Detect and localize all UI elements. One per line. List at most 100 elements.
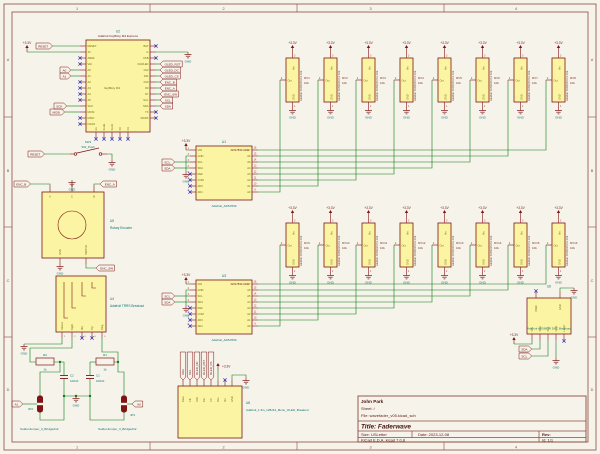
svg-text:G: G xyxy=(146,50,148,54)
svg-text:U4: U4 xyxy=(110,297,114,301)
svg-text:RV2: RV2 xyxy=(342,76,348,80)
svg-text:B: B xyxy=(7,169,10,173)
svg-text:RV3: RV3 xyxy=(380,76,386,80)
svg-text:+3.3V: +3.3V xyxy=(326,206,335,210)
svg-text:3: 3 xyxy=(294,55,296,58)
slider-rv11[interactable]: VinOutGND321Adafruit SC6031S Pot 10kRV11… xyxy=(356,206,388,285)
svg-text:Adafruit SC6031S Pot 10k: Adafruit SC6031S Pot 10k xyxy=(451,235,455,266)
svg-text:RV5: RV5 xyxy=(456,76,462,80)
svg-text:SCL: SCL xyxy=(164,294,170,298)
slider-rv15[interactable]: VinOutGND321Adafruit SC6031S Pot 10kRV15… xyxy=(508,206,540,285)
svg-text:VREF: VREF xyxy=(534,305,538,312)
svg-text:ItsyBitsy M4: ItsyBitsy M4 xyxy=(104,86,121,90)
svg-text:OLED_CS: OLED_CS xyxy=(165,74,179,78)
svg-text:GND: GND xyxy=(330,94,334,100)
svg-text:RV14: RV14 xyxy=(494,241,502,245)
svg-text:GND: GND xyxy=(517,116,525,120)
slider-rv2[interactable]: VinOutGND321Adafruit SC6031S Pot 10kRV21… xyxy=(318,41,348,120)
svg-text:GND: GND xyxy=(289,281,297,285)
svg-text:+3.3V: +3.3V xyxy=(554,41,563,45)
slider-rv12[interactable]: VinOutGND321Adafruit SC6031S Pot 10kRV12… xyxy=(394,206,426,285)
svg-text:1: 1 xyxy=(522,105,524,108)
svg-text:1k: 1k xyxy=(43,368,47,372)
svg-text:1k: 1k xyxy=(103,368,107,372)
svg-text:SCL: SCL xyxy=(198,294,204,298)
slider-rv13[interactable]: VinOutGND321Adafruit SC6031S Pot 10kRV13… xyxy=(432,206,464,285)
schematic-sheet: 11223344AABBCCDDU2Adafruit ItsyBitsy M4 … xyxy=(0,0,600,454)
svg-text:RESET: RESET xyxy=(38,44,48,48)
svg-text:1: 1 xyxy=(560,105,562,108)
svg-text:Out: Out xyxy=(364,78,368,82)
svg-text:Adafruit SC6031S Pot 10k: Adafruit SC6031S Pot 10k xyxy=(299,70,303,101)
svg-text:OLED_DC: OLED_DC xyxy=(165,68,180,72)
svg-text:GND: GND xyxy=(406,94,410,100)
svg-text:1: 1 xyxy=(446,270,448,273)
svg-text:Vin: Vin xyxy=(406,231,410,235)
svg-text:+3.3V: +3.3V xyxy=(510,333,519,337)
sw1-symbol[interactable]: SW1SW_PushRESETGND xyxy=(28,140,116,172)
svg-text:10k: 10k xyxy=(418,81,423,85)
svg-text:10k: 10k xyxy=(380,81,385,85)
dac-symbol[interactable]: U6Adafruit AD5693R DAC BreakoutVREFGNDVI… xyxy=(510,285,578,370)
svg-text:Vin: Vin xyxy=(558,66,562,70)
svg-text:3: 3 xyxy=(369,446,371,450)
slider-rv1[interactable]: VinOutGND321Adafruit SC6031S Pot 10kRV11… xyxy=(280,41,310,120)
svg-text:A1: A1 xyxy=(247,184,251,188)
slider-rv6[interactable]: VinOutGND321Adafruit SC6031S Pot 10kRV61… xyxy=(470,41,500,120)
svg-text:2: 2 xyxy=(471,242,473,245)
encoder-symbol[interactable]: U5Rotary EncoderACBGNDSWITCHENC_BENC_AEN… xyxy=(14,180,133,276)
svg-text:Adafruit SC6031S Pot 10k: Adafruit SC6031S Pot 10k xyxy=(337,235,341,266)
svg-text:GND: GND xyxy=(444,94,448,100)
svg-text:Out: Out xyxy=(402,243,406,247)
svg-text:SolderJumper_3_Bridged12: SolderJumper_3_Bridged12 xyxy=(20,427,59,431)
slider-rv4[interactable]: VinOutGND321Adafruit SC6031S Pot 10kRV41… xyxy=(394,41,424,120)
svg-text:1: 1 xyxy=(370,105,372,108)
oled-symbol[interactable]: U8Adafruit_1.3in_128x64_Mono_OLED_Breako… xyxy=(178,352,309,438)
slider-rv14[interactable]: VinOutGND321Adafruit SC6031S Pot 10kRV14… xyxy=(470,206,502,285)
slider-rv5[interactable]: VinOutGND321Adafruit SC6031S Pot 10kRV51… xyxy=(432,41,462,120)
svg-text:1: 1 xyxy=(370,270,372,273)
titleblock-sheet: Sheet: / xyxy=(361,406,376,411)
slider-rv9[interactable]: VinOutGND321Adafruit SC6031S Pot 10kRV91… xyxy=(280,206,310,285)
slider-rv16[interactable]: VinOutGND321Adafruit SC6031S Pot 10kRV16… xyxy=(546,206,578,285)
svg-text:Vin: Vin xyxy=(558,231,562,235)
svg-text:RV13: RV13 xyxy=(456,241,464,245)
svg-text:A3: A3 xyxy=(88,86,92,90)
svg-text:D: D xyxy=(7,388,10,392)
svg-text:Vin: Vin xyxy=(330,231,334,235)
svg-text:ENC_SW: ENC_SW xyxy=(100,266,113,270)
slider-rv3[interactable]: VinOutGND321Adafruit SC6031S Pot 10kRV31… xyxy=(356,41,386,120)
slider-rv7[interactable]: VinOutGND321Adafruit SC6031S Pot 10kRV71… xyxy=(508,41,538,120)
svg-text:Adafruit SC6031S Pot 10k: Adafruit SC6031S Pot 10k xyxy=(565,70,569,101)
svg-text:GND: GND xyxy=(327,116,335,120)
svg-text:GND: GND xyxy=(327,281,335,285)
rc-network[interactable]: R21kR11kC2100nFC1100nFGNDJP2SolderJumper… xyxy=(12,353,143,431)
svg-text:Out: Out xyxy=(478,243,482,247)
svg-text:Out: Out xyxy=(554,78,558,82)
svg-text:RV6: RV6 xyxy=(494,76,500,80)
svg-text:+3.3V: +3.3V xyxy=(516,206,525,210)
svg-text:2: 2 xyxy=(509,77,511,80)
svg-text:AREF: AREF xyxy=(88,56,96,60)
svg-text:4: 4 xyxy=(515,446,517,450)
slider-rv10[interactable]: VinOutGND321Adafruit SC6031S Pot 10kRV10… xyxy=(318,206,350,285)
adc-symbol-u1[interactable]: U1ADS7830 ADCVIN1GND2SCL3SDA4REF5COM6AD0… xyxy=(162,139,258,208)
svg-text:2: 2 xyxy=(433,77,435,80)
svg-text:A7: A7 xyxy=(247,282,251,286)
svg-text:SW1: SW1 xyxy=(85,140,92,144)
slider-rv8[interactable]: VinOutGND321Adafruit SC6031S Pot 10kRV81… xyxy=(546,41,576,120)
trrs-symbol[interactable]: U4Adafruit TRRS BreakoutSleeve1Right2Mic… xyxy=(21,276,145,356)
titleblock-size: Size: USLetter xyxy=(361,432,387,437)
svg-text:R2: R2 xyxy=(43,353,47,357)
svg-text:SCL: SCL xyxy=(165,98,171,102)
svg-text:9: 9 xyxy=(254,189,256,192)
svg-text:3: 3 xyxy=(294,220,296,223)
svg-text:C: C xyxy=(71,195,73,199)
svg-text:3: 3 xyxy=(560,55,562,58)
svg-text:RV1: RV1 xyxy=(304,76,310,80)
svg-text:D11: D11 xyxy=(144,74,149,78)
svg-text:A6: A6 xyxy=(247,154,251,158)
svg-text:3Vo: 3Vo xyxy=(216,397,220,402)
svg-text:C2: C2 xyxy=(70,374,74,378)
adc-symbol-u3[interactable]: U3ADS7830 ADCVIN1GND2SCL3SDA4REF5COM6AD0… xyxy=(162,273,258,342)
